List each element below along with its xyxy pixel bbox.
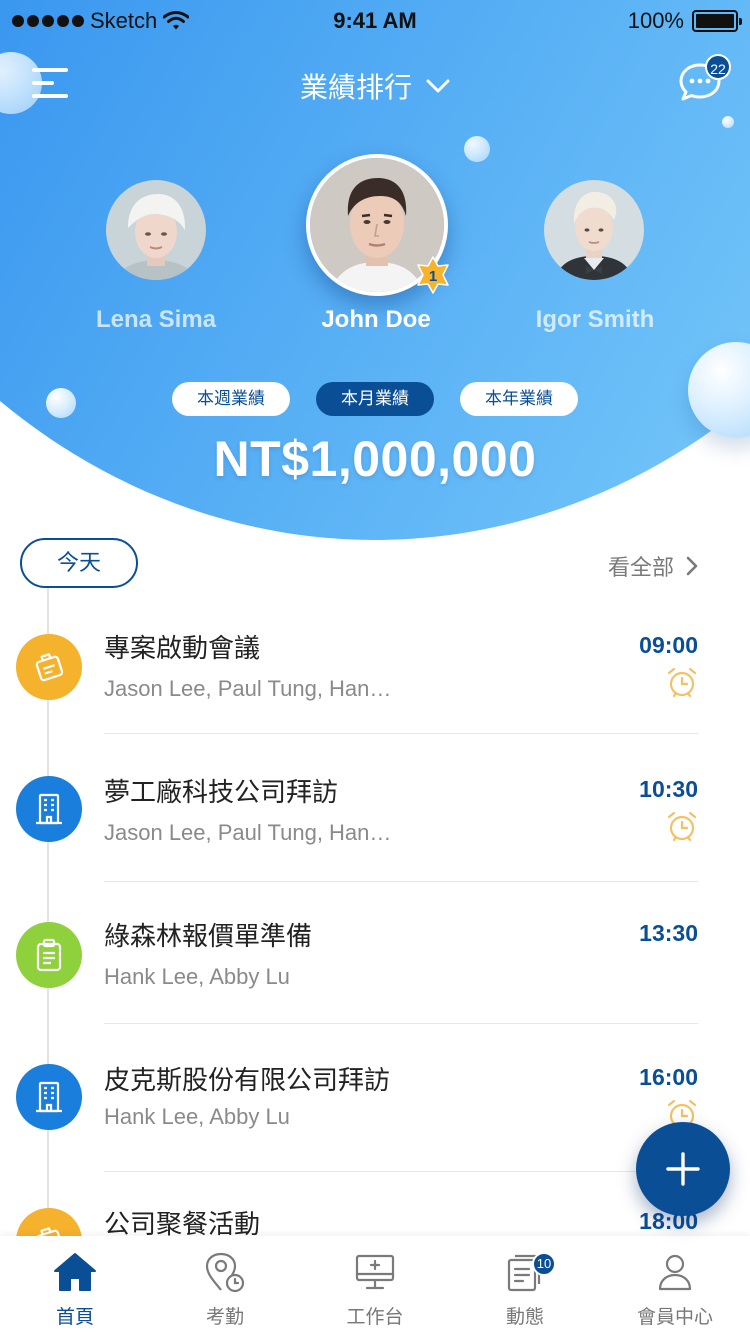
event-time: 13:30: [639, 920, 698, 946]
event-title: 皮克斯股份有限公司拜訪: [104, 1065, 391, 1095]
add-event-button[interactable]: [636, 1122, 730, 1216]
tab-yearly[interactable]: 本年業績: [460, 382, 578, 416]
chevron-down-icon: [426, 79, 450, 93]
battery-group: 100%: [627, 8, 742, 34]
badge-icon: [16, 634, 82, 700]
avatar-portrait: [106, 180, 206, 280]
event-time: 16:00: [639, 1064, 698, 1090]
battery-icon: [692, 10, 742, 32]
bottom-tab-bar: 首頁 考勤 工作台 10 動態 會員中心: [0, 1236, 750, 1334]
title-bar: 業績排行: [0, 66, 750, 106]
divider: [104, 733, 698, 734]
tab-workbench[interactable]: 工作台: [300, 1236, 450, 1334]
event-title: 綠森林報價單準備: [104, 921, 313, 951]
monitor-icon: [355, 1254, 395, 1290]
schedule-item[interactable]: 綠森林報價單準備 Hank Lee, Abby Lu 13:30: [0, 888, 750, 1028]
ranking-name-right: Igor Smith: [535, 306, 655, 333]
tab-activity[interactable]: 10 動態: [450, 1236, 600, 1334]
tab-label: 首頁: [55, 1307, 94, 1328]
battery-percent: 100%: [627, 8, 684, 33]
see-all-label: 看全部: [607, 555, 674, 580]
event-time: 10:30: [639, 776, 698, 802]
ranking-type-dropdown[interactable]: 業績排行: [300, 66, 450, 106]
event-attendees: Hank Lee, Abby Lu: [104, 1104, 290, 1129]
sales-amount: NT$1,000,000: [213, 431, 537, 487]
clipboard-icon: [16, 922, 82, 988]
location-clock-icon: [205, 1252, 245, 1293]
ranking-name-left: Lena Sima: [95, 306, 217, 333]
schedule-item[interactable]: 夢工廠科技公司拜訪 Jason Lee, Paul Tung, Han… 10:…: [0, 744, 750, 884]
plus-icon: [666, 1152, 700, 1186]
building-icon: [16, 776, 82, 842]
tab-monthly[interactable]: 本月業績: [316, 382, 434, 416]
see-all-link[interactable]: 看全部: [608, 550, 698, 582]
tab-member-center[interactable]: 會員中心: [600, 1236, 750, 1334]
decor-bubble: [464, 136, 490, 162]
chevron-right-icon: [686, 556, 698, 576]
page-title: 業績排行: [299, 72, 412, 103]
period-tab-group: 本週業績 本月業績 本年業績: [0, 382, 750, 416]
rank-number: 1: [429, 268, 437, 285]
divider: [104, 881, 698, 882]
event-attendees: Hank Lee, Abby Lu: [104, 964, 290, 989]
avatar-portrait: [544, 180, 644, 280]
status-bar: Sketch 9:41 AM 100%: [0, 0, 750, 40]
rank-star-badge-icon: 1: [417, 256, 449, 294]
ranking-name-center: John Doe: [321, 306, 431, 333]
event-title: 夢工廠科技公司拜訪: [104, 777, 339, 807]
schedule-item[interactable]: 專案啟動會議 Jason Lee, Paul Tung, Han… 09:00: [0, 600, 750, 740]
home-icon: [54, 1253, 96, 1291]
schedule-item[interactable]: 皮克斯股份有限公司拜訪 Hank Lee, Abby Lu 16:00: [0, 1032, 750, 1172]
tab-label: 工作台: [346, 1307, 404, 1328]
alarm-clock-icon: [667, 667, 697, 698]
message-count-badge: 22: [705, 54, 731, 80]
event-attendees: Jason Lee, Paul Tung, Han…: [104, 676, 392, 701]
today-filter-button[interactable]: 今天: [20, 538, 138, 588]
activity-count-badge: 10: [532, 1252, 556, 1276]
building-icon: [16, 1064, 82, 1130]
tab-label: 動態: [505, 1307, 544, 1328]
avatar-igor-smith[interactable]: [544, 180, 644, 280]
divider: [104, 1171, 698, 1172]
tab-label: 會員中心: [636, 1307, 713, 1328]
tab-label: 考勤: [205, 1307, 244, 1328]
divider: [104, 1023, 698, 1024]
decor-bubble: [722, 116, 734, 128]
tab-attendance[interactable]: 考勤: [150, 1236, 300, 1334]
event-attendees: Jason Lee, Paul Tung, Han…: [104, 820, 392, 845]
user-icon: [658, 1254, 692, 1291]
ranking-header: Sketch 9:41 AM 100% 業績排行 22 1 Lena Sima …: [0, 0, 750, 560]
event-title: 專案啟動會議: [104, 633, 261, 663]
event-time: 09:00: [639, 632, 698, 658]
tab-home[interactable]: 首頁: [0, 1236, 150, 1334]
avatar-lena-sima[interactable]: [106, 180, 206, 280]
alarm-clock-icon: [667, 811, 697, 842]
tab-weekly[interactable]: 本週業績: [172, 382, 290, 416]
